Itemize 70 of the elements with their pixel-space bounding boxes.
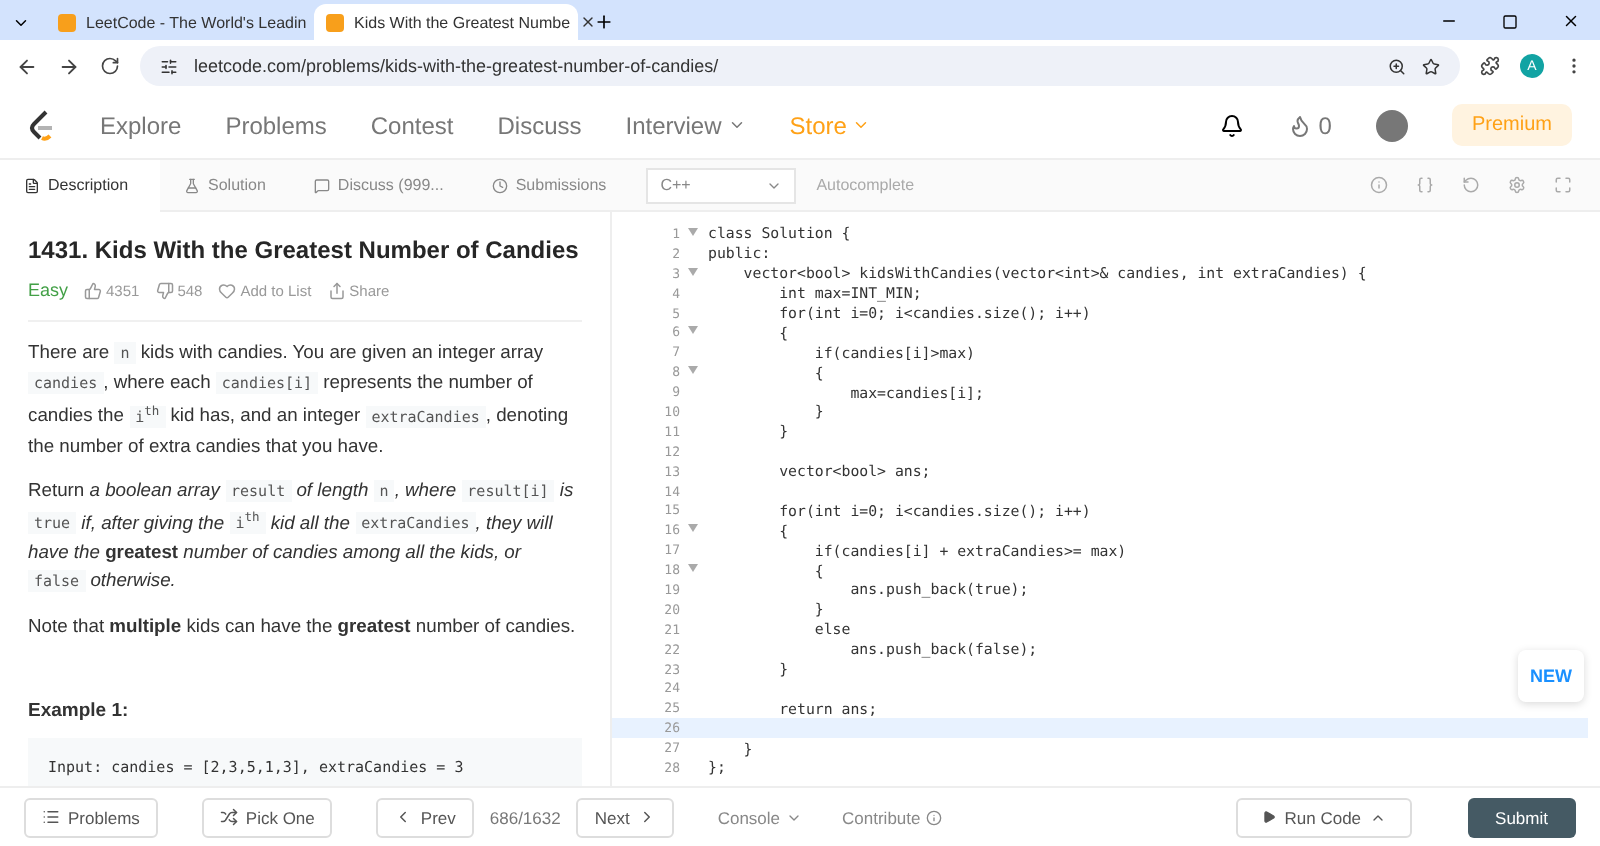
play-icon [1262,810,1277,824]
panel-tab[interactable]: Submissions [467,159,631,211]
reload-icon [100,56,120,76]
avatar-placeholder[interactable] [1375,109,1408,141]
forward-icon [58,55,80,77]
difficulty-label: Easy [28,280,69,300]
nav-link[interactable]: Interview [625,111,746,139]
chevron-down-icon [727,116,746,134]
site-icon [326,13,344,31]
bell-icon [1220,113,1245,137]
back-icon [16,55,38,77]
fold-arrow-icon[interactable] [688,564,698,573]
fold-arrow-icon[interactable] [688,366,698,375]
chevron-down-icon [852,116,871,134]
fold-arrow-icon[interactable] [688,524,698,533]
share-icon [327,281,346,299]
shuffle-icon [219,808,238,826]
run-code-button[interactable]: Run Code [1236,797,1412,837]
description-paragraph: Note that multiple kids can have the greatest number of candies. [28,612,578,640]
logo-icon[interactable] [28,109,56,141]
prev-button[interactable]: Prev [376,797,474,837]
nav-link[interactable]: Discuss [497,111,582,139]
panel-tab[interactable]: Solution [160,159,290,211]
settings-icon [1508,176,1526,194]
info-icon [1370,176,1388,194]
site-settings-icon [160,57,178,75]
flask-icon [184,177,200,193]
document-icon [24,177,40,193]
heart-icon [218,281,237,299]
nav-link[interactable]: Problems [225,111,327,139]
address-bar[interactable]: leetcode.com/problems/kids-with-the-greatest-number-of-candies/ [140,46,1460,86]
problem-counter: 686/1632 [489,807,561,827]
list-icon [42,808,60,826]
problems-button[interactable]: Problems [24,797,158,837]
coins-count[interactable]: 0 [1288,111,1332,139]
new-badge[interactable]: NEW [1518,650,1584,702]
pick-one-button[interactable]: Pick One [201,797,333,837]
fold-arrow-icon[interactable] [688,227,698,236]
panel-tab[interactable]: Discuss (999... [289,159,468,211]
autocomplete-toggle[interactable]: Autocomplete [816,176,915,194]
thumbs-down-icon [155,281,174,299]
thumbs-up-icon [84,281,103,299]
panel-tab[interactable]: Description [0,159,160,211]
nav-link[interactable]: Contest [370,111,454,139]
reset-icon [1462,176,1480,194]
site-icon [58,13,76,31]
fold-arrow-icon[interactable] [688,326,698,335]
tab-list-icon [12,14,30,32]
example-heading: Example 1: [28,700,131,722]
fullscreen-icon [1554,176,1572,194]
problem-title: 1431. Kids With the Greatest Number of Candies [28,236,581,264]
new-tab-icon [594,12,614,32]
bookmark-star-icon [1422,57,1440,75]
chat-icon [313,177,330,193]
extensions-icon [1480,56,1500,76]
language-select[interactable]: C++ [646,167,797,203]
braces-icon [1416,176,1434,194]
clock-icon [491,177,508,193]
console-button[interactable]: Console [705,805,815,829]
nav-link[interactable]: Explore [100,111,182,139]
zoom-icon [1388,57,1406,75]
close-icon [1562,12,1580,30]
maximize-icon [1502,14,1518,30]
submit-button[interactable]: Submit [1467,797,1576,837]
contribute-button[interactable]: Contribute [830,805,955,829]
info-icon [926,809,943,825]
flame-icon [1288,113,1313,137]
close-icon [580,14,597,30]
fold-arrow-icon[interactable] [688,267,698,276]
next-button[interactable]: Next [576,797,674,837]
